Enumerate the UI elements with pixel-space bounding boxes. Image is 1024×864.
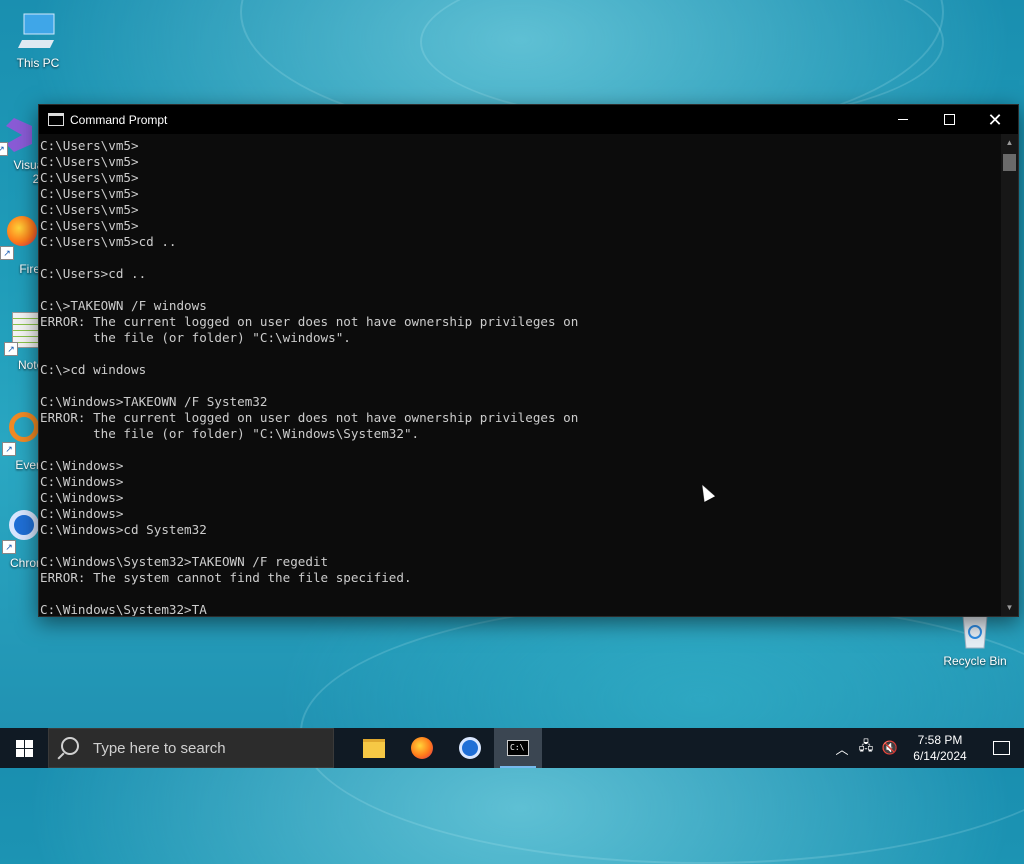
title-bar[interactable]: Command Prompt ✕ bbox=[39, 105, 1018, 134]
network-icon[interactable]: 🖧 bbox=[854, 737, 878, 759]
this-pc-icon bbox=[16, 10, 60, 54]
close-button[interactable]: ✕ bbox=[972, 105, 1018, 134]
chrome-icon bbox=[459, 737, 481, 759]
close-icon: ✕ bbox=[987, 109, 1003, 130]
desktop-icon-recycle-bin[interactable]: Recycle Bin bbox=[939, 608, 1011, 668]
clock-date: 6/14/2024 bbox=[913, 749, 967, 763]
minimize-button[interactable] bbox=[880, 105, 926, 134]
taskbar-file-explorer[interactable] bbox=[350, 728, 398, 768]
system-tray: ︿ 🖧 🔇 7:58 PM 6/14/2024 bbox=[830, 728, 1024, 768]
command-prompt-window[interactable]: Command Prompt ✕ C:\Users\vm5> C:\Users\… bbox=[38, 104, 1019, 617]
taskbar-firefox[interactable] bbox=[398, 728, 446, 768]
shortcut-arrow-icon: ↗ bbox=[0, 142, 8, 156]
taskbar-search-box[interactable]: Type here to search bbox=[48, 728, 334, 768]
search-icon bbox=[61, 737, 79, 755]
shortcut-arrow-icon: ↗ bbox=[0, 246, 14, 260]
minimize-icon bbox=[898, 119, 908, 120]
file-explorer-icon bbox=[363, 738, 385, 758]
maximize-button[interactable] bbox=[926, 105, 972, 134]
taskbar: Type here to search C:\ ︿ 🖧 🔇 7:58 PM 6/… bbox=[0, 728, 1024, 768]
notifications-icon bbox=[992, 741, 1010, 755]
start-button[interactable] bbox=[0, 728, 48, 768]
console-area[interactable]: C:\Users\vm5> C:\Users\vm5> C:\Users\vm5… bbox=[39, 134, 1001, 616]
command-prompt-icon bbox=[48, 113, 64, 126]
show-hidden-icons-chevron-icon[interactable]: ︿ bbox=[830, 739, 854, 758]
scroll-thumb[interactable] bbox=[1003, 154, 1016, 171]
clock-time: 7:58 PM bbox=[917, 733, 963, 747]
console-output: C:\Users\vm5> C:\Users\vm5> C:\Users\vm5… bbox=[40, 138, 579, 616]
volume-muted-icon[interactable]: 🔇 bbox=[878, 740, 902, 756]
visual-studio-icon: ↗ bbox=[0, 112, 38, 156]
vertical-scrollbar[interactable]: ▲ ▼ bbox=[1001, 134, 1018, 616]
taskbar-clock[interactable]: 7:58 PM 6/14/2024 bbox=[902, 732, 978, 764]
shortcut-arrow-icon: ↗ bbox=[2, 540, 16, 554]
taskbar-command-prompt[interactable]: C:\ bbox=[494, 728, 542, 768]
search-placeholder: Type here to search bbox=[93, 739, 226, 757]
maximize-icon bbox=[943, 114, 955, 125]
scroll-up-arrow-icon[interactable]: ▲ bbox=[1001, 134, 1018, 151]
action-center-button[interactable] bbox=[978, 728, 1024, 768]
windows-logo-icon bbox=[15, 739, 33, 757]
command-prompt-icon: C:\ bbox=[507, 740, 529, 756]
shortcut-arrow-icon: ↗ bbox=[2, 442, 16, 456]
scroll-down-arrow-icon[interactable]: ▼ bbox=[1001, 599, 1018, 616]
desktop-icon-label: Recycle Bin bbox=[943, 654, 1007, 668]
shortcut-arrow-icon: ↗ bbox=[4, 342, 18, 356]
taskbar-chrome[interactable] bbox=[446, 728, 494, 768]
desktop-icon-label: This PC bbox=[16, 56, 60, 70]
firefox-icon bbox=[411, 737, 433, 759]
window-title: Command Prompt bbox=[70, 112, 168, 127]
desktop-icon-this-pc[interactable]: This PC bbox=[2, 10, 74, 70]
